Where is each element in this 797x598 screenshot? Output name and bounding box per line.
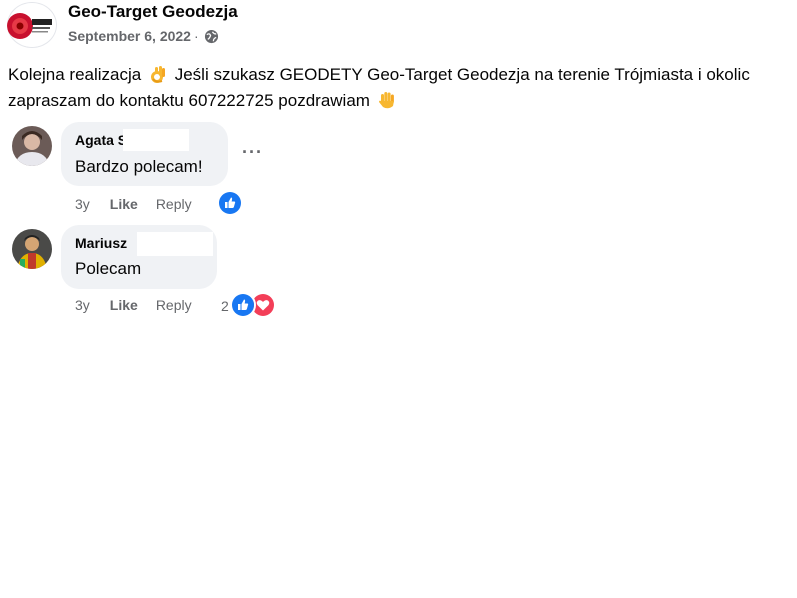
comment-text: Bardzo polecam!: [75, 157, 203, 176]
post-text: Kolejna realizacja Jeśli szukasz GEODETY…: [8, 62, 793, 114]
comment-reply-button[interactable]: Reply: [156, 297, 192, 313]
comment: Mariusz Polecam 3y Like Reply 2: [0, 225, 797, 325]
name-redaction: [137, 232, 213, 256]
comment-actions: 3y Like Reply: [75, 297, 192, 313]
comment-bubble: Agata S Bardzo polecam!: [61, 122, 228, 186]
ok-hand-emoji: [148, 64, 168, 84]
comment-like-button[interactable]: Like: [110, 297, 138, 313]
comment: Agata S Bardzo polecam! ··· 3y Like Repl…: [0, 122, 797, 222]
comment-time[interactable]: 3y: [75, 196, 90, 212]
page-name[interactable]: Geo-Target Geodezja: [68, 2, 238, 22]
meta-separator: ·: [193, 28, 199, 44]
comment-actions: 3y Like Reply: [75, 196, 192, 212]
comment-like-button[interactable]: Like: [110, 196, 138, 212]
comment-bubble: Mariusz Polecam: [61, 225, 217, 289]
raised-hand-emoji: [377, 90, 397, 110]
like-reaction-icon[interactable]: [232, 294, 254, 316]
post-meta: September 6, 2022 ·: [68, 28, 219, 44]
reaction-count[interactable]: 2: [221, 298, 229, 314]
like-reaction-icon[interactable]: [219, 192, 241, 214]
love-reaction-icon[interactable]: [252, 294, 274, 316]
post-date[interactable]: September 6, 2022: [68, 28, 191, 44]
comment-time[interactable]: 3y: [75, 297, 90, 313]
comment-more-button[interactable]: ···: [242, 142, 263, 163]
post-text-part1: Kolejna realizacja: [8, 65, 142, 84]
commenter-avatar[interactable]: [12, 229, 52, 269]
comment-author[interactable]: Mariusz: [75, 235, 127, 251]
comment-text: Polecam: [75, 259, 142, 278]
globe-icon[interactable]: [204, 29, 219, 44]
geo-target-logo: [7, 3, 54, 47]
name-redaction: [123, 129, 189, 151]
page-avatar[interactable]: [7, 2, 57, 48]
post-header: Geo-Target Geodezja September 6, 2022 ·: [0, 0, 797, 52]
comment-reply-button[interactable]: Reply: [156, 196, 192, 212]
comment-author[interactable]: Agata S: [75, 132, 127, 148]
commenter-avatar[interactable]: [12, 126, 52, 166]
